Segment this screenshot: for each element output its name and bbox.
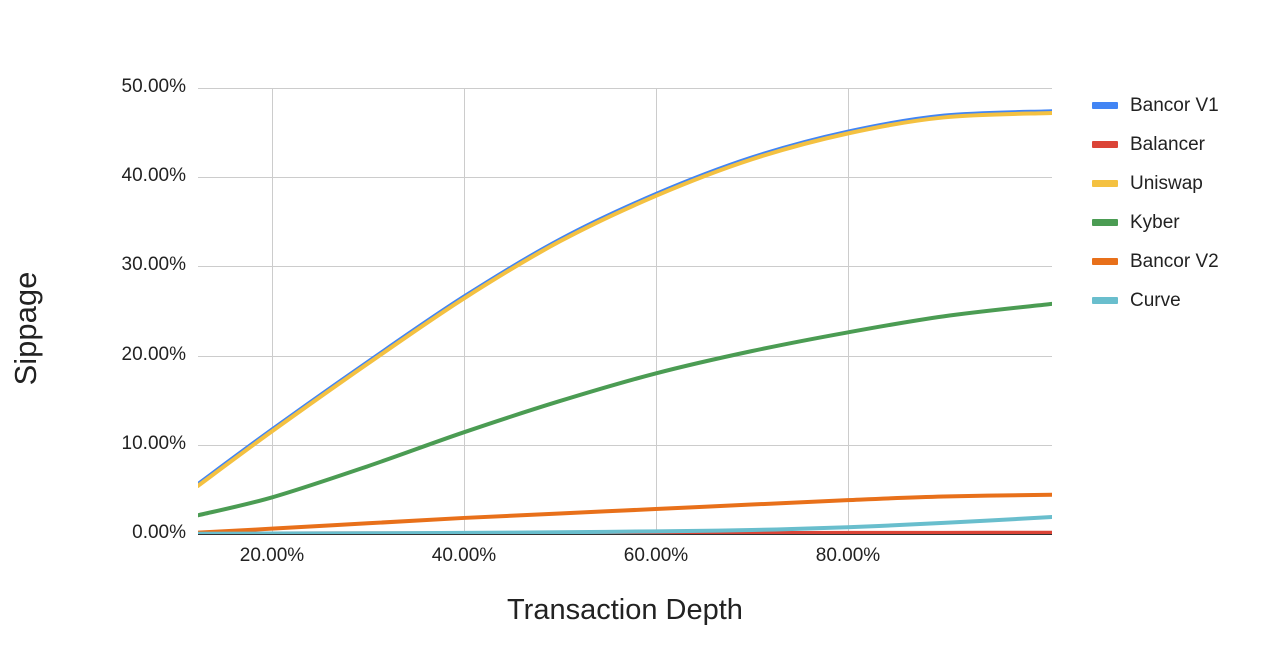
y-axis-title: Sippage [0, 0, 92, 657]
legend-swatch-icon [1092, 102, 1118, 109]
legend-item-kyber[interactable]: Kyber [1092, 203, 1278, 242]
y-axis-tick-label: 40.00% [121, 165, 186, 186]
x-axis-tick-label: 40.00% [431, 545, 497, 566]
plot-area [198, 88, 1052, 535]
y-axis-tick-label: 50.00% [121, 76, 186, 97]
legend-item-bancor-v2[interactable]: Bancor V2 [1092, 242, 1278, 281]
y-axis-tick-label: 20.00% [121, 344, 186, 365]
legend-item-label: Balancer [1130, 133, 1205, 155]
legend-item-bancor-v1[interactable]: Bancor V1 [1092, 86, 1278, 125]
legend-item-label: Bancor V2 [1130, 250, 1219, 272]
line-chart: Sippage 0.00% 10.00% 20.00% 30.00% 40.00% 50.… [0, 0, 1280, 657]
legend-item-curve[interactable]: Curve [1092, 281, 1278, 320]
legend-swatch-icon [1092, 297, 1118, 304]
legend-item-balancer[interactable]: Balancer [1092, 125, 1278, 164]
legend-swatch-icon [1092, 219, 1118, 226]
legend-item-label: Kyber [1130, 211, 1180, 233]
legend-swatch-icon [1092, 258, 1118, 265]
series-line-bancor-v2 [198, 492, 1052, 534]
x-axis-title-label: Transaction Depth [507, 594, 743, 626]
legend-item-label: Curve [1130, 289, 1181, 311]
series-line-bancor-v1 [198, 109, 1052, 487]
y-axis-tick-label: 10.00% [121, 433, 186, 454]
legend-item-label: Bancor V1 [1130, 94, 1219, 116]
x-axis-tick-label: 20.00% [239, 545, 305, 566]
legend-swatch-icon [1092, 180, 1118, 187]
legend-item-label: Uniswap [1130, 172, 1203, 194]
y-axis-tick-label: 30.00% [121, 254, 186, 275]
series-line-kyber [198, 301, 1052, 518]
legend-item-uniswap[interactable]: Uniswap [1092, 164, 1278, 203]
x-axis-tick-label: 80.00% [815, 545, 881, 566]
y-axis-title-label: Sippage [8, 271, 43, 386]
y-axis-tick-label: 0.00% [132, 522, 186, 543]
legend-swatch-icon [1092, 141, 1118, 148]
series-line-uniswap [198, 110, 1052, 488]
x-axis-tick-label: 60.00% [623, 545, 689, 566]
series-lines [198, 109, 1052, 534]
chart-legend: Bancor V1 Balancer Uniswap Kyber Bancor V2 Cu… [1092, 86, 1278, 320]
x-axis-title: Transaction Depth [198, 594, 1052, 627]
